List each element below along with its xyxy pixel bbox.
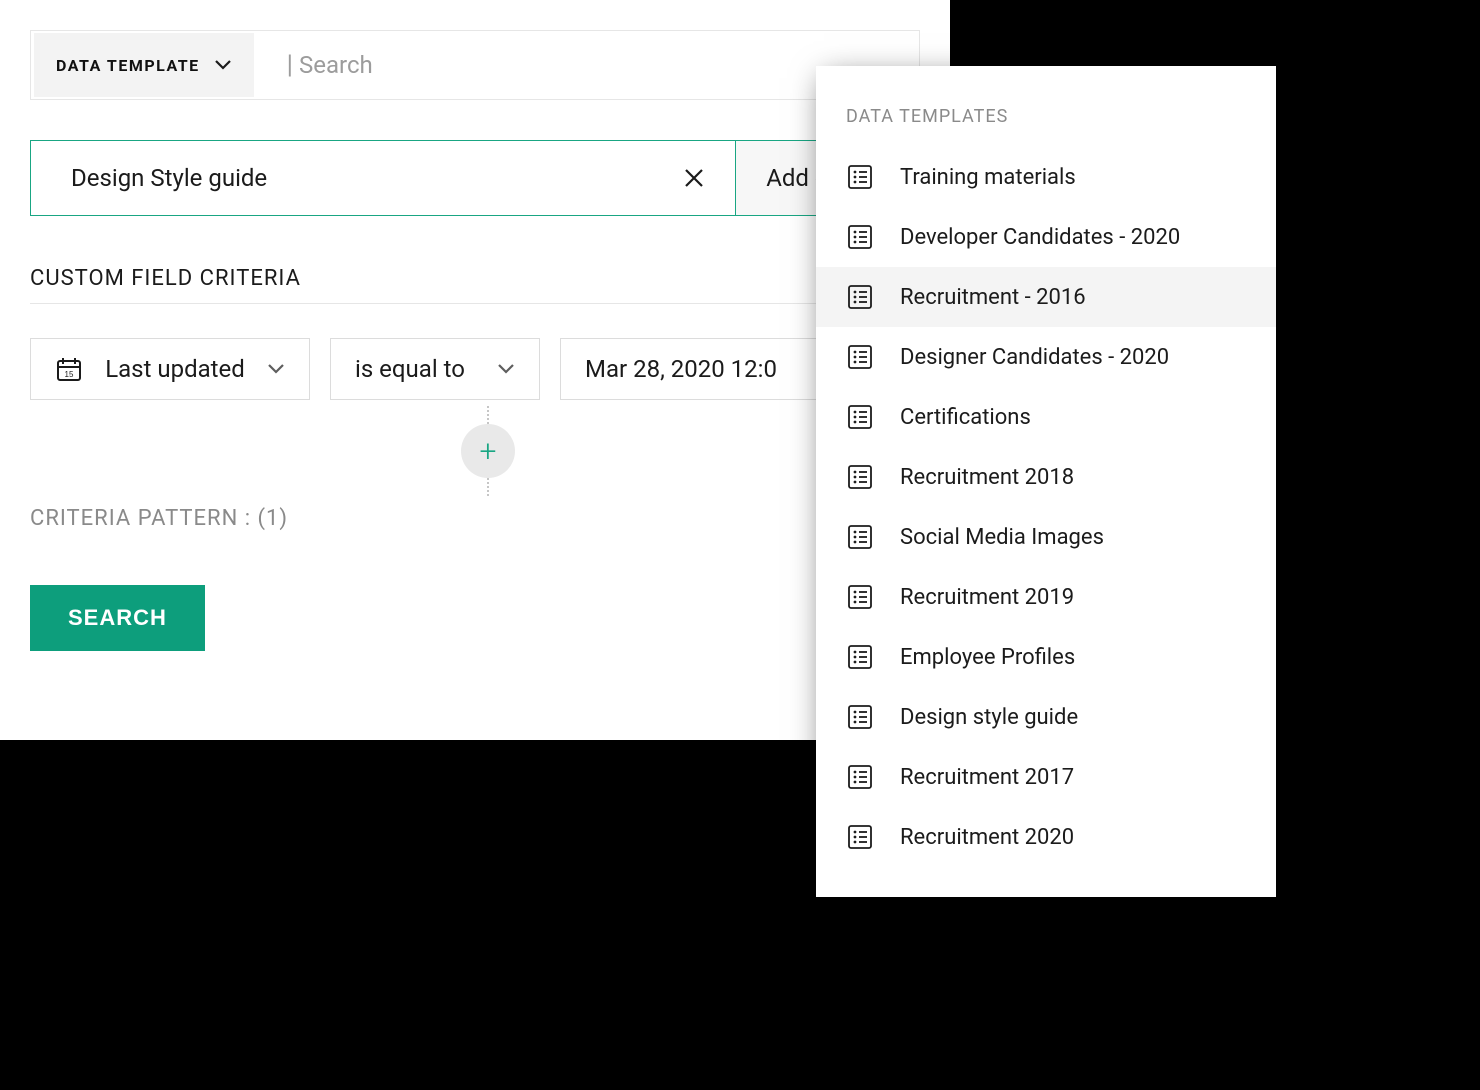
selected-tag-label: Design Style guide xyxy=(71,164,267,192)
criteria-row: Last updated is equal to Mar 28, 2020 12… xyxy=(30,338,920,400)
template-icon xyxy=(846,343,874,371)
template-icon xyxy=(846,403,874,431)
template-item-label: Recruitment 2017 xyxy=(900,765,1074,790)
popup-list: Training materials Developer Candidates -… xyxy=(816,147,1276,867)
template-item-label: Training materials xyxy=(900,165,1076,190)
data-templates-popup: DATA TEMPLATES Training materials Develop… xyxy=(816,66,1276,897)
template-icon xyxy=(846,463,874,491)
template-item-label: Recruitment 2019 xyxy=(900,585,1074,610)
template-icon xyxy=(846,823,874,851)
template-item-label: Employee Profiles xyxy=(900,645,1075,670)
calendar-icon xyxy=(55,355,83,383)
template-item[interactable]: Employee Profiles xyxy=(816,627,1276,687)
template-icon xyxy=(846,643,874,671)
criteria-operator-label: is equal to xyxy=(355,355,465,383)
criteria-pattern-label: CRITERIA PATTERN : xyxy=(30,506,251,531)
chevron-down-icon xyxy=(214,56,232,74)
template-item-label: Recruitment 2020 xyxy=(900,825,1074,850)
add-criteria-row-button[interactable]: + xyxy=(461,424,515,478)
criteria-pattern: CRITERIA PATTERN : (1) xyxy=(30,506,920,531)
criteria-connector: + xyxy=(56,400,920,502)
search-builder-panel: DATA TEMPLATE | Design Style guide Add c… xyxy=(0,0,950,740)
template-icon xyxy=(846,583,874,611)
scope-dropdown-label: DATA TEMPLATE xyxy=(56,56,200,75)
template-item[interactable]: Recruitment 2018 xyxy=(816,447,1276,507)
scope-dropdown[interactable]: DATA TEMPLATE xyxy=(34,33,254,97)
template-icon xyxy=(846,703,874,731)
template-icon xyxy=(846,283,874,311)
template-item[interactable]: Training materials xyxy=(816,147,1276,207)
connector-line xyxy=(487,478,489,496)
search-button[interactable]: SEARCH xyxy=(30,585,205,651)
template-item[interactable]: Recruitment 2020 xyxy=(816,807,1276,867)
criteria-operator-dropdown[interactable]: is equal to xyxy=(330,338,540,400)
section-title: CUSTOM FIELD CRITERIA xyxy=(30,266,920,304)
plus-icon: + xyxy=(480,434,497,469)
search-button-label: SEARCH xyxy=(68,605,167,631)
template-item[interactable]: Recruitment - 2016 xyxy=(816,267,1276,327)
template-item-label: Recruitment 2018 xyxy=(900,465,1074,490)
template-icon xyxy=(846,763,874,791)
template-item-label: Developer Candidates - 2020 xyxy=(900,225,1180,250)
connector-line xyxy=(487,406,489,424)
criteria-value-label: Mar 28, 2020 12:0 xyxy=(585,355,777,383)
template-icon xyxy=(846,523,874,551)
template-item[interactable]: Design style guide xyxy=(816,687,1276,747)
text-cursor-icon: | xyxy=(287,50,293,80)
template-item[interactable]: Social Media Images xyxy=(816,507,1276,567)
chevron-down-icon xyxy=(497,360,515,378)
template-item[interactable]: Designer Candidates - 2020 xyxy=(816,327,1276,387)
template-icon xyxy=(846,223,874,251)
template-item-label: Certifications xyxy=(900,405,1031,430)
search-bar: DATA TEMPLATE | xyxy=(30,30,920,100)
template-item-label: Recruitment - 2016 xyxy=(900,285,1086,310)
criteria-field-dropdown[interactable]: Last updated xyxy=(30,338,310,400)
template-item[interactable]: Developer Candidates - 2020 xyxy=(816,207,1276,267)
popup-title: DATA TEMPLATES xyxy=(816,96,1276,147)
template-item-label: Design style guide xyxy=(900,705,1078,730)
template-item-label: Designer Candidates - 2020 xyxy=(900,345,1169,370)
template-item-label: Social Media Images xyxy=(900,525,1104,550)
selected-tag-row: Design Style guide Add criteria xyxy=(30,140,920,216)
template-item[interactable]: Certifications xyxy=(816,387,1276,447)
criteria-field-label: Last updated xyxy=(105,355,245,383)
criteria-pattern-value: (1) xyxy=(258,506,289,531)
close-icon[interactable] xyxy=(683,167,705,189)
template-item[interactable]: Recruitment 2017 xyxy=(816,747,1276,807)
template-item[interactable]: Recruitment 2019 xyxy=(816,567,1276,627)
selected-tag[interactable]: Design Style guide xyxy=(31,141,736,215)
template-icon xyxy=(846,163,874,191)
chevron-down-icon xyxy=(267,360,285,378)
